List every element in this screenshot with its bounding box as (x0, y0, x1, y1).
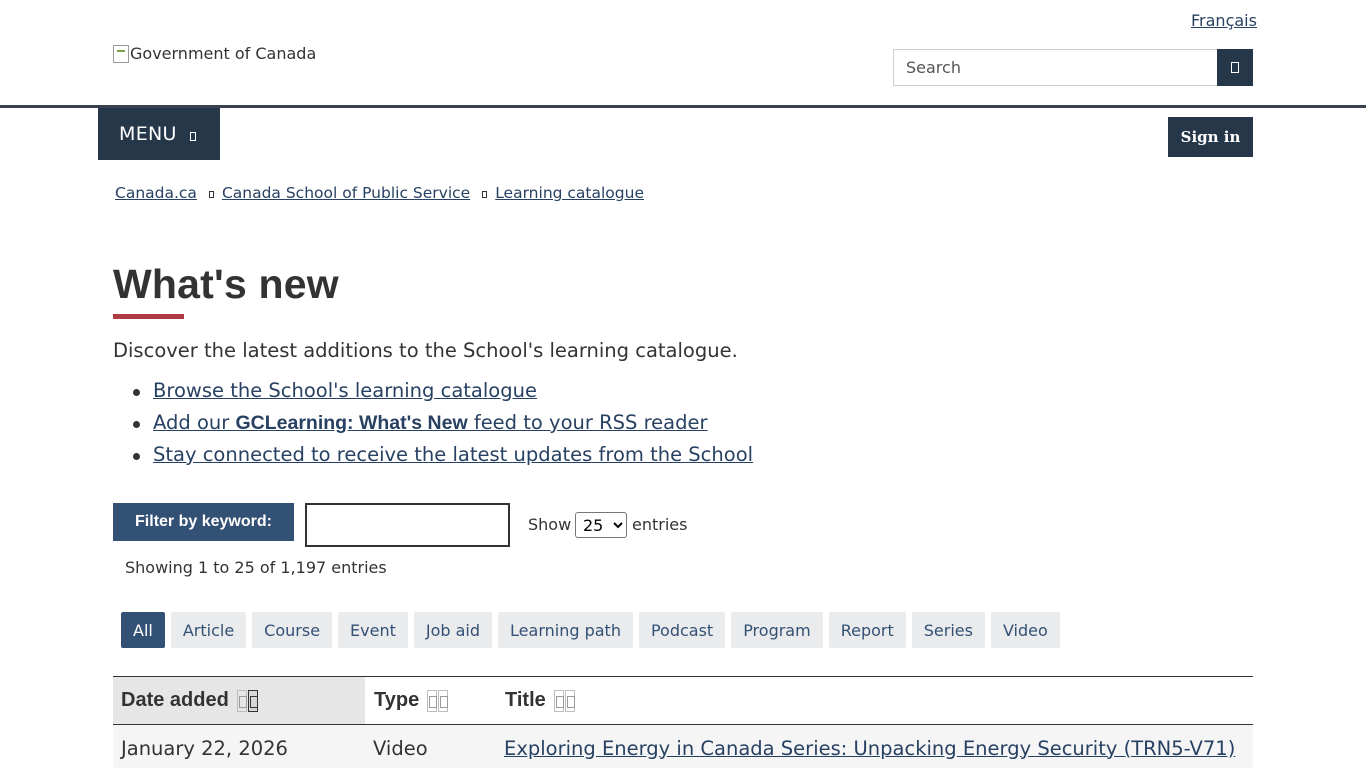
column-header-title[interactable]: Title (496, 677, 1253, 724)
search-icon (1231, 62, 1239, 73)
entries-label: entries (632, 515, 688, 534)
column-header-type[interactable]: Type (365, 677, 496, 724)
intro-text: Discover the latest additions to the Sch… (113, 339, 738, 362)
list-item: Browse the School's learning catalogue (133, 379, 753, 411)
breadcrumb-canada-ca[interactable]: Canada.ca (115, 184, 197, 202)
whats-new-table: Date added Type Title January 22, 2026 V… (113, 676, 1253, 768)
menu-label: MENU (119, 123, 177, 145)
tab-program[interactable]: Program (731, 612, 823, 648)
column-header-date[interactable]: Date added (113, 677, 365, 724)
rss-feed-link[interactable]: Add our GCLearning: What's New feed to y… (153, 411, 708, 434)
site-search (893, 49, 1253, 86)
entries-per-page-select[interactable]: 102550100 (575, 512, 627, 538)
chevron-right-icon (208, 191, 214, 198)
tab-video[interactable]: Video (990, 612, 1060, 648)
breadcrumb-csps[interactable]: Canada School of Public Service (222, 184, 470, 202)
list-item: Add our GCLearning: What's New feed to y… (133, 411, 753, 443)
column-header-date-label: Date added (121, 689, 229, 711)
stay-connected-link[interactable]: Stay connected to receive the latest upd… (153, 443, 753, 466)
rss-link-suffix: feed to your RSS reader (467, 411, 708, 434)
sort-ascending-icon[interactable] (553, 689, 564, 712)
list-item: Stay connected to receive the latest upd… (133, 443, 753, 475)
sign-in-button[interactable]: Sign in (1168, 117, 1253, 157)
row-type: Video (373, 736, 428, 760)
tab-learning-path[interactable]: Learning path (498, 612, 633, 648)
tab-job-aid[interactable]: Job aid (413, 612, 493, 648)
sort-controls (236, 689, 259, 712)
tab-all[interactable]: All (121, 612, 165, 648)
tab-event[interactable]: Event (338, 612, 408, 648)
sort-controls (553, 689, 576, 712)
filter-keyword-label: Filter by keyword: (113, 503, 294, 541)
type-filter-tabs: All Article Course Event Job aid Learning pat… (121, 612, 1066, 648)
search-input[interactable] (893, 49, 1217, 86)
column-header-type-label: Type (374, 689, 420, 711)
menu-button[interactable]: MENU (98, 108, 220, 160)
title-underline (113, 314, 184, 319)
browse-catalogue-link[interactable]: Browse the School's learning catalogue (153, 379, 537, 402)
column-header-title-label: Title (505, 689, 546, 711)
table-header: Date added Type Title (113, 677, 1253, 725)
page-title: What's new (113, 261, 339, 307)
chevron-down-icon (189, 131, 196, 141)
language-toggle-link[interactable]: Français (1191, 11, 1257, 30)
sort-descending-icon[interactable] (438, 689, 449, 712)
row-title-cell: Exploring Energy in Canada Series: Unpac… (496, 725, 1253, 768)
sort-controls (427, 689, 449, 712)
tab-article[interactable]: Article (170, 612, 247, 648)
breadcrumb: Canada.ca Canada School of Public Servic… (115, 184, 644, 202)
sort-ascending-icon[interactable] (236, 689, 247, 712)
tab-series[interactable]: Series (911, 612, 985, 648)
sort-ascending-icon[interactable] (427, 689, 438, 712)
chevron-right-icon (482, 191, 488, 198)
table-row: January 22, 2026 Video Exploring Energy … (113, 725, 1253, 768)
filter-keyword-input[interactable] (305, 503, 510, 547)
rss-link-prefix: Add our (153, 411, 236, 434)
show-label: Show (528, 515, 572, 534)
tab-course[interactable]: Course (252, 612, 333, 648)
government-of-canada-logo[interactable]: Government of Canada (113, 44, 316, 63)
resource-links: Browse the School's learning catalogue A… (133, 379, 753, 475)
row-date: January 22, 2026 (121, 736, 288, 760)
logo-alt-text: Government of Canada (130, 44, 317, 63)
tab-report[interactable]: Report (828, 612, 906, 648)
table-info: Showing 1 to 25 of 1,197 entries (125, 558, 387, 577)
tab-podcast[interactable]: Podcast (638, 612, 726, 648)
breadcrumb-learning-catalogue[interactable]: Learning catalogue (495, 184, 644, 202)
sort-descending-icon[interactable] (247, 689, 258, 712)
rss-feed-name: GCLearning: What's New (235, 412, 468, 434)
sort-descending-icon[interactable] (564, 689, 575, 712)
row-title-link[interactable]: Exploring Energy in Canada Series: Unpac… (504, 737, 1235, 760)
broken-image-icon (113, 44, 129, 63)
search-button[interactable] (1217, 49, 1253, 86)
